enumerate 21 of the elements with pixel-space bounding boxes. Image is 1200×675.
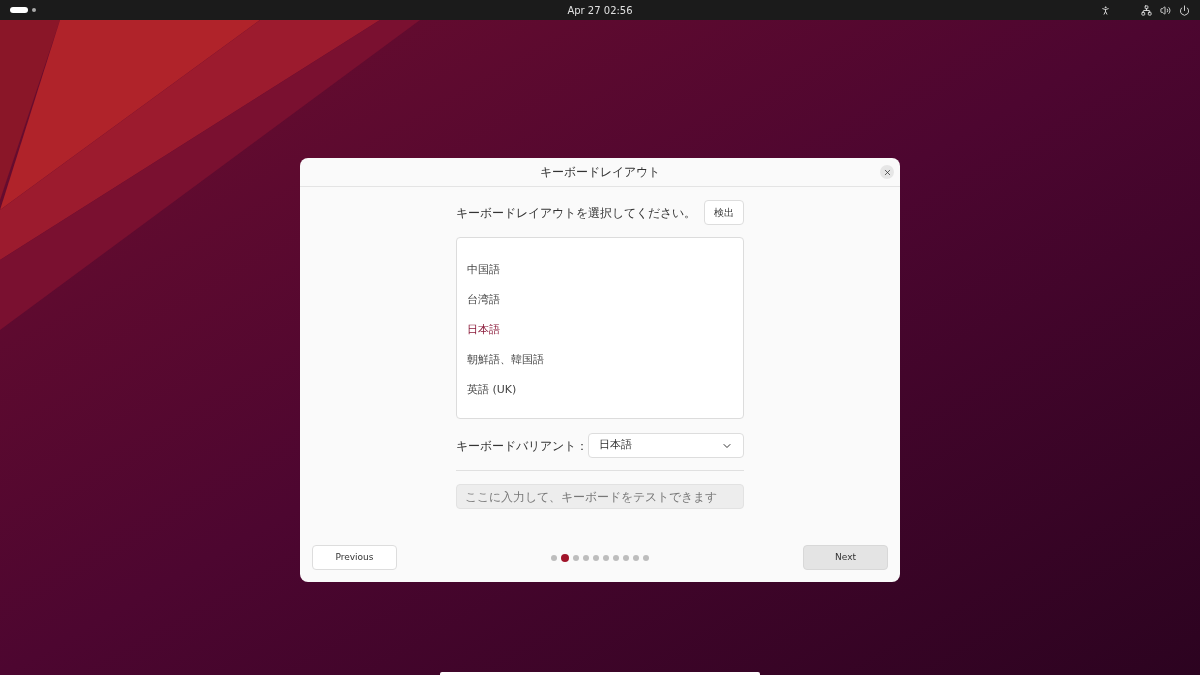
dialog-title: キーボードレイアウト (540, 164, 660, 181)
layout-item[interactable]: 英語 (UK) (457, 375, 743, 405)
network-icon[interactable] (1141, 4, 1152, 16)
layout-item[interactable]: 中国語 (457, 255, 743, 285)
previous-button[interactable]: Previous (312, 545, 397, 570)
variant-dropdown[interactable]: 日本語 (588, 433, 744, 458)
prompt-text: キーボードレイアウトを選択してください。 (456, 204, 696, 222)
volume-icon[interactable] (1160, 4, 1171, 16)
power-icon[interactable] (1179, 4, 1190, 16)
layout-item[interactable]: 台湾語 (457, 285, 743, 315)
accessibility-icon[interactable] (1100, 4, 1111, 16)
next-button[interactable]: Next (803, 545, 888, 570)
close-button[interactable] (880, 165, 894, 179)
workspace-indicator-icon[interactable] (10, 7, 28, 13)
clock[interactable]: Apr 27 02:56 (567, 2, 633, 18)
close-icon (882, 167, 892, 177)
layout-item[interactable]: 日本語 (457, 315, 743, 345)
layout-item[interactable]: 朝鮮語、韓国語 (457, 345, 743, 375)
test-input-field[interactable]: ここに入力して、キーボードをテストできます (456, 484, 744, 509)
variant-label: キーボードバリアント： (456, 437, 588, 455)
detect-button[interactable]: 検出 (704, 200, 744, 225)
